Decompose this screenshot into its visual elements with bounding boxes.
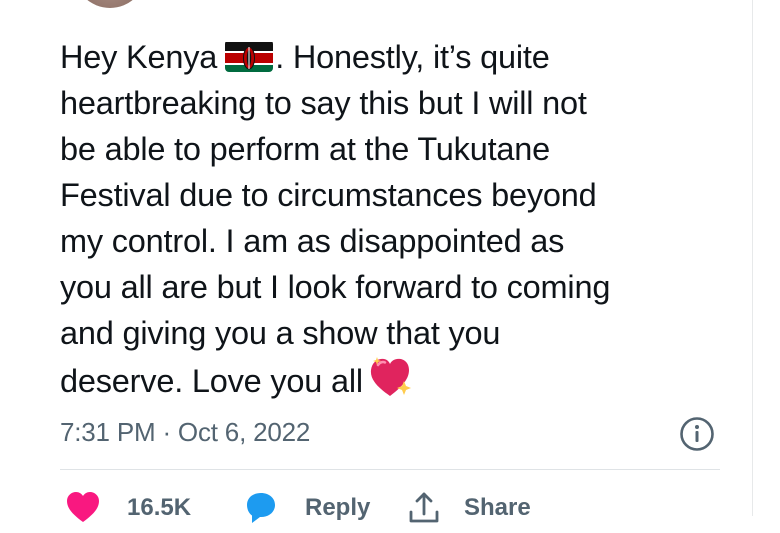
tweet-line: Festival due to circumstances beyond bbox=[60, 177, 597, 213]
heart-icon bbox=[65, 490, 101, 526]
avatar[interactable] bbox=[74, 0, 146, 8]
tweet-line: you all are but I look forward to coming bbox=[60, 269, 611, 305]
tweet-line: be able to perform at the Tukutane bbox=[60, 131, 551, 167]
tweet-timestamp[interactable]: 7:31 PM · Oct 6, 2022 bbox=[60, 414, 310, 450]
info-icon[interactable] bbox=[679, 416, 715, 452]
sparkling-heart-emoji bbox=[369, 356, 415, 400]
tweet-line: Hey Kenya . Honestly, it’s quite bbox=[60, 39, 550, 75]
like-count: 16.5K bbox=[127, 494, 192, 521]
share-button[interactable]: Share bbox=[406, 488, 531, 528]
tweet-line: heartbreaking to say this but I will not bbox=[60, 85, 587, 121]
kenya-flag-emoji bbox=[225, 40, 274, 72]
tweet-card: Hey Kenya . Honestly, it’s quite heartbr… bbox=[0, 0, 753, 523]
tweet-text: Hey Kenya . Honestly, it’s quite heartbr… bbox=[60, 34, 740, 404]
tweet-line: my control. I am as disappointed as bbox=[60, 223, 565, 259]
tweet-line: and giving you a show that you bbox=[60, 315, 501, 351]
tweet-line: deserve. Love you all bbox=[60, 356, 740, 404]
share-label: Share bbox=[464, 494, 531, 521]
reply-label: Reply bbox=[305, 494, 371, 521]
like-button[interactable]: 16.5K bbox=[65, 488, 191, 528]
action-bar: 16.5K Reply Share bbox=[60, 488, 740, 528]
reply-button[interactable]: Reply bbox=[243, 488, 370, 528]
divider bbox=[60, 469, 720, 470]
share-icon bbox=[406, 490, 442, 526]
reply-icon bbox=[243, 490, 279, 526]
